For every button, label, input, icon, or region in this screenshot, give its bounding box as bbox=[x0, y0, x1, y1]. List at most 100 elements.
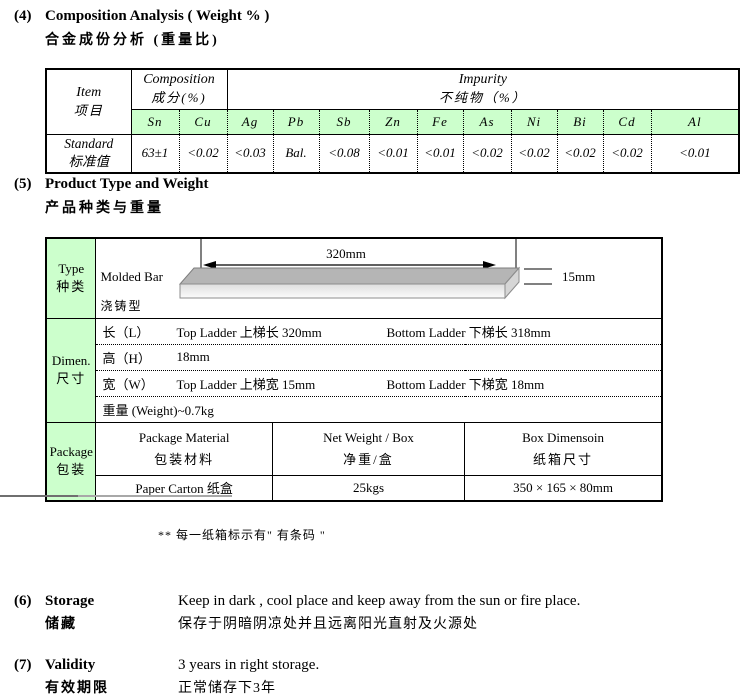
section7-number: (7) bbox=[14, 657, 45, 695]
validity-text-zh: 正常储存下3年 bbox=[178, 677, 319, 695]
box-dimension-value: 350 × 165 × 80mm bbox=[465, 475, 662, 501]
element-header-cell: As bbox=[463, 109, 511, 134]
net-weight-header-zh: 净重/盒 bbox=[273, 449, 464, 471]
dimension-row-width: 宽（W） Top Ladder 上梯宽 15mm Bottom Ladder 下… bbox=[96, 370, 662, 396]
storage-label-zh: 储藏 bbox=[45, 613, 178, 633]
box-dimension-header-zh: 纸箱尺寸 bbox=[465, 449, 661, 471]
element-value-cell: <0.02 bbox=[603, 134, 651, 173]
composition-table: Item 项目 Composition 成分(%) Impurity 不纯物（%… bbox=[45, 68, 740, 174]
type-label-en: Type bbox=[47, 260, 95, 278]
impurity-header-zh: 不纯物（%） bbox=[228, 89, 739, 107]
section6-number: (6) bbox=[14, 593, 45, 633]
element-header-cell: Cd bbox=[603, 109, 651, 134]
element-header-cell: Bi bbox=[557, 109, 603, 134]
section6-storage: (6) Storage 储藏 Keep in dark , cool place… bbox=[14, 593, 580, 633]
dimension-row-length: 长（L） Top Ladder 上梯长 320mm Bottom Ladder … bbox=[96, 318, 662, 344]
element-value-cell: <0.01 bbox=[417, 134, 463, 173]
dimension-label-zh: 尺寸 bbox=[47, 370, 95, 388]
element-value-cell: <0.03 bbox=[227, 134, 273, 173]
dimension-row-height: 高（H） 18mm bbox=[96, 344, 662, 370]
section5-number: (5) bbox=[14, 176, 45, 193]
height-dimension-label: 15mm bbox=[562, 269, 595, 284]
product-table: Type 种类 320mm bbox=[45, 237, 663, 502]
impurity-header-en: Impurity bbox=[228, 71, 739, 89]
type-content-cell: 320mm 15mm Molded Bar 浇铸型 bbox=[96, 238, 662, 318]
storage-label-en: Storage bbox=[45, 593, 178, 610]
dim-weight-label: 重量 (Weight)~0.7kg bbox=[102, 400, 213, 419]
left-margin-mark bbox=[0, 495, 232, 497]
section5-heading: (5) Product Type and Weight 产品种类与重量 bbox=[14, 176, 209, 217]
dimension-label-cell: Dimen. 尺寸 bbox=[46, 318, 96, 422]
dim-length-label: 长（L） bbox=[102, 322, 176, 341]
impurity-header-cell: Impurity 不纯物（%） bbox=[227, 69, 739, 109]
dim-width-top: Top Ladder 上梯宽 15mm bbox=[176, 374, 386, 393]
molded-bar-diagram: 320mm 15mm bbox=[96, 239, 662, 317]
net-weight-header: Net Weight / Box 净重/盒 bbox=[272, 422, 464, 475]
package-material-header: Package Material 包装材料 bbox=[96, 422, 272, 475]
dim-length-top: Top Ladder 上梯长 320mm bbox=[176, 322, 386, 341]
dim-height-value: 18mm bbox=[176, 349, 386, 365]
type-name-zh: 浇铸型 bbox=[100, 297, 142, 314]
package-label-cell: Package 包装 bbox=[46, 422, 96, 501]
element-value-cell: <0.02 bbox=[557, 134, 603, 173]
element-header-cell: Al bbox=[651, 109, 739, 134]
element-header-row: Sn Cu Ag Pb Sb Zn Fe As Ni Bi Cd Al bbox=[46, 109, 739, 134]
box-dimension-header-en: Box Dimensoin bbox=[465, 427, 661, 449]
spec-document: (4) Composition Analysis ( Weight % ) 合金… bbox=[0, 0, 750, 695]
net-weight-value: 25kgs bbox=[272, 475, 464, 501]
type-label-cell: Type 种类 bbox=[46, 238, 96, 318]
element-header-cell: Zn bbox=[369, 109, 417, 134]
package-material-header-zh: 包装材料 bbox=[96, 449, 271, 471]
standard-label-zh: 标准值 bbox=[47, 153, 131, 171]
element-value-cell: <0.01 bbox=[651, 134, 739, 173]
section4-number: (4) bbox=[14, 8, 45, 25]
item-header-en: Item bbox=[47, 84, 131, 102]
standard-label-cell: Standard 标准值 bbox=[46, 134, 131, 173]
bar-top-face bbox=[180, 268, 519, 284]
item-header-cell: Item 项目 bbox=[46, 69, 131, 134]
dimension-row-weight: 重量 (Weight)~0.7kg bbox=[96, 396, 662, 422]
composition-header-cell: Composition 成分(%) bbox=[131, 69, 227, 109]
element-value-cell: Bal. bbox=[273, 134, 319, 173]
length-dimension-label: 320mm bbox=[327, 246, 367, 261]
net-weight-header-en: Net Weight / Box bbox=[273, 427, 464, 449]
element-header-cell: Ag bbox=[227, 109, 273, 134]
section5-title-en: Product Type and Weight bbox=[45, 176, 209, 193]
section7-validity: (7) Validity 有效期限 3 years in right stora… bbox=[14, 657, 319, 695]
carton-footnote: ** 每一纸箱标示有" 有条码 " bbox=[158, 526, 326, 543]
element-value-cell: 63±1 bbox=[131, 134, 179, 173]
dim-length-bottom: Bottom Ladder 下梯长 318mm bbox=[386, 322, 661, 341]
storage-text-en: Keep in dark , cool place and keep away … bbox=[178, 593, 580, 610]
element-value-cell: <0.02 bbox=[511, 134, 557, 173]
package-material-value: Paper Carton 纸盒 bbox=[96, 475, 272, 501]
element-header-cell: Pb bbox=[273, 109, 319, 134]
element-value-cell: <0.02 bbox=[463, 134, 511, 173]
validity-text-en: 3 years in right storage. bbox=[178, 657, 319, 674]
element-header-cell: Fe bbox=[417, 109, 463, 134]
package-label-en: Package bbox=[47, 443, 95, 461]
bar-front-face bbox=[180, 284, 505, 298]
type-name-en: Molded Bar bbox=[100, 269, 162, 285]
standard-value-row: Standard 标准值 63±1 <0.02 <0.03 Bal. <0.08… bbox=[46, 134, 739, 173]
package-label-zh: 包装 bbox=[47, 461, 95, 479]
section5-title-zh: 产品种类与重量 bbox=[45, 197, 209, 217]
validity-label-en: Validity bbox=[45, 657, 178, 674]
element-value-cell: <0.08 bbox=[319, 134, 369, 173]
composition-header-zh: 成分(%) bbox=[132, 89, 227, 107]
package-material-header-en: Package Material bbox=[96, 427, 271, 449]
section4-title-en: Composition Analysis ( Weight % ) bbox=[45, 8, 269, 25]
dim-width-label: 宽（W） bbox=[102, 374, 176, 393]
dimension-label-en: Dimen. bbox=[47, 352, 95, 370]
element-header-cell: Sn bbox=[131, 109, 179, 134]
box-dimension-header: Box Dimensoin 纸箱尺寸 bbox=[465, 422, 662, 475]
standard-label-en: Standard bbox=[47, 135, 131, 153]
type-label-zh: 种类 bbox=[47, 278, 95, 296]
element-value-cell: <0.02 bbox=[179, 134, 227, 173]
element-header-cell: Sb bbox=[319, 109, 369, 134]
storage-text-zh: 保存于阴暗阴凉处并且远离阳光直射及火源处 bbox=[178, 613, 580, 633]
section4-heading: (4) Composition Analysis ( Weight % ) 合金… bbox=[14, 8, 269, 49]
composition-header-en: Composition bbox=[132, 71, 227, 89]
dim-width-bottom: Bottom Ladder 下梯宽 18mm bbox=[386, 374, 661, 393]
item-header-zh: 项目 bbox=[47, 102, 131, 120]
dim-height-label: 高（H） bbox=[102, 348, 176, 367]
